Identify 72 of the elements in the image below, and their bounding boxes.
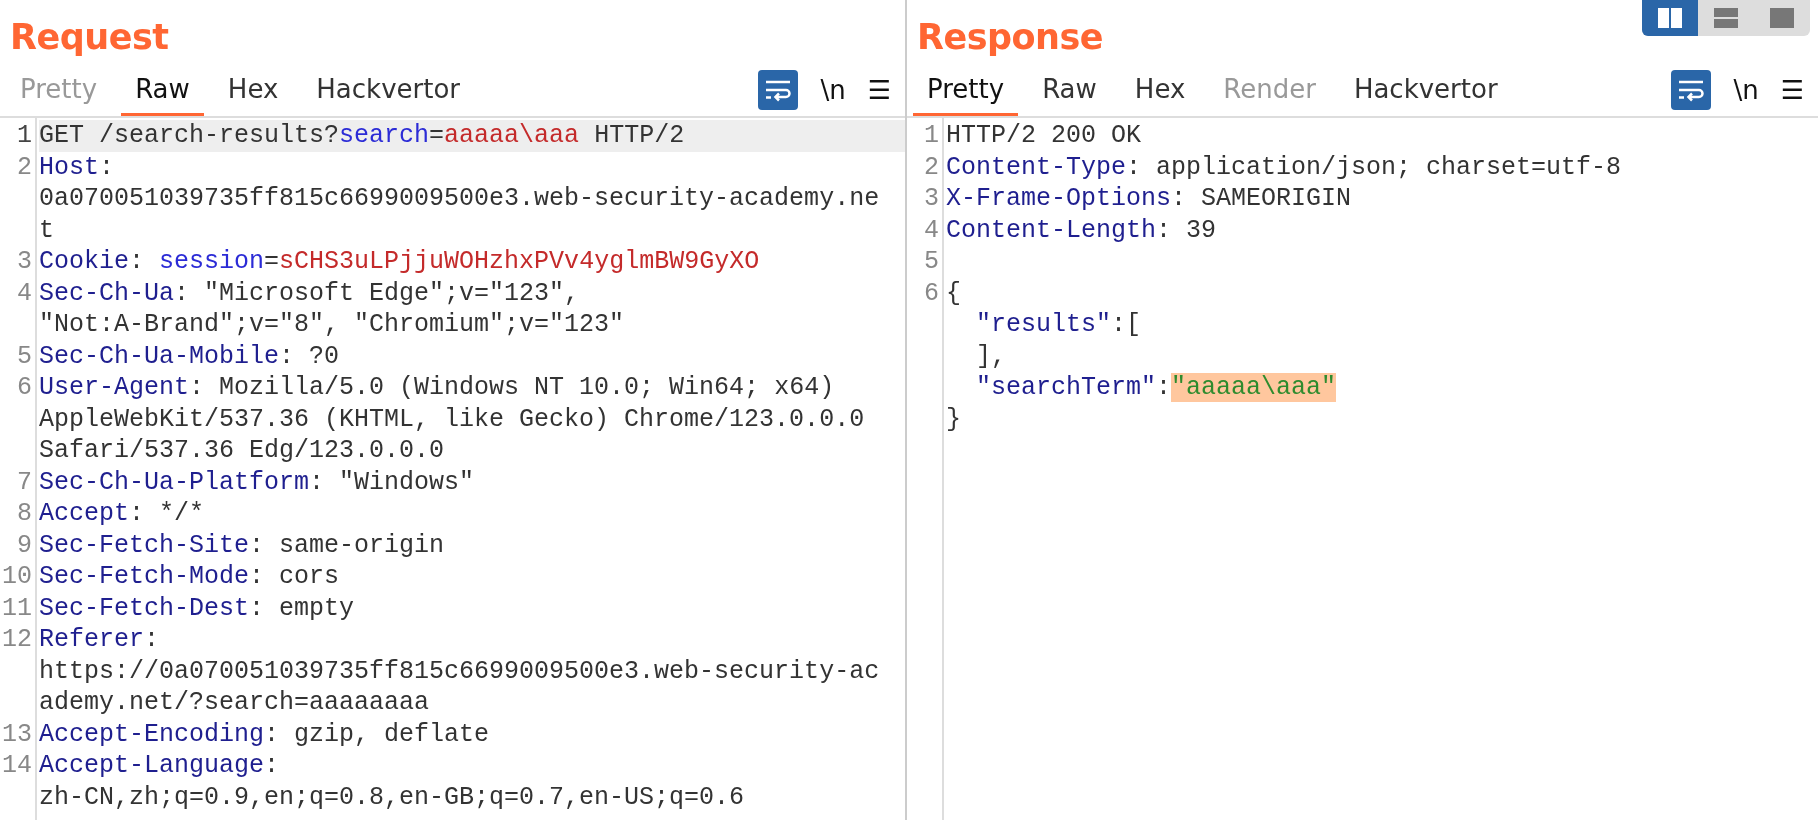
line-number: 10 xyxy=(2,561,32,593)
newline-toggle[interactable]: \n xyxy=(820,75,846,105)
code-line: ], xyxy=(976,341,1006,371)
line-number: 5 xyxy=(17,340,32,372)
wrap-icon xyxy=(1677,78,1706,102)
code-line: t xyxy=(39,215,54,245)
line-number: 2 xyxy=(924,151,939,183)
view-tab[interactable]: Hex xyxy=(1120,73,1200,116)
code-line: Content-Length: 39 xyxy=(946,215,1217,245)
layout-button[interactable] xyxy=(1642,0,1698,36)
line-number: 5 xyxy=(924,246,939,278)
code-line: Sec-Fetch-Dest: empty xyxy=(39,593,355,623)
view-tab[interactable]: Hackvertor xyxy=(302,73,474,116)
menu-button[interactable]: ☰ xyxy=(867,75,891,105)
newline-toggle[interactable]: \n xyxy=(1733,75,1759,105)
view-tab[interactable]: Hex xyxy=(213,73,293,116)
menu-button[interactable]: ☰ xyxy=(1780,75,1804,105)
code-line: "searchTerm":"aaaaa\aaa" xyxy=(976,373,1337,402)
word-wrap-button[interactable] xyxy=(1671,70,1712,110)
code-line: AppleWebKit/537.36 (KHTML, like Gecko) Chrome/123.0.0.0 xyxy=(39,404,865,434)
wrap-icon xyxy=(764,78,793,102)
code-line: Accept: */* xyxy=(39,499,205,528)
code-line: GET /search-results?search=aaaaa\aaa HTTP/2 xyxy=(39,121,685,150)
rows-icon xyxy=(1714,8,1738,28)
code-line: Accept-Language: xyxy=(39,751,280,780)
code-line: Sec-Fetch-Mode: cors xyxy=(39,562,340,591)
code-line: Referer: xyxy=(39,625,160,654)
code-line: HTTP/2 200 OK xyxy=(946,121,1142,150)
line-number: 3 xyxy=(924,183,939,215)
code-line: ademy.net/?search=aaaaaaaa xyxy=(39,688,430,717)
line-number: 11 xyxy=(2,592,32,624)
line-number: 6 xyxy=(17,372,32,404)
code-line: Sec-Ch-Ua-Platform: "Windows" xyxy=(39,467,475,497)
columns-icon xyxy=(1658,8,1682,28)
response-title: Response xyxy=(917,16,1104,59)
code-line: "Not:A-Brand";v="8", "Chromium";v="123" xyxy=(39,310,625,339)
line-number: 1 xyxy=(924,120,939,152)
line-number: 2 xyxy=(17,151,32,183)
line-number: 3 xyxy=(17,246,32,278)
code-line: } xyxy=(946,404,961,434)
code-line: "results":[ xyxy=(976,310,1142,339)
line-number: 4 xyxy=(924,214,939,246)
line-number: 14 xyxy=(2,750,32,782)
line-number: 13 xyxy=(2,718,32,750)
code-line: Cookie: session=sCHS3uLPjjuWOHzhxPVv4yglmBW9GyXO xyxy=(39,247,760,276)
view-tab[interactable]: Hackvertor xyxy=(1339,73,1512,116)
code-line: Sec-Fetch-Site: same-origin xyxy=(39,530,445,560)
code-line: zh-CN,zh;q=0.9,en;q=0.8,en-GB;q=0.7,en-US;q=0.6 xyxy=(39,782,745,812)
code-line: Sec-Ch-Ua-Mobile: ?0 xyxy=(39,341,340,371)
line-number: 6 xyxy=(924,277,939,309)
word-wrap-button[interactable] xyxy=(758,70,799,110)
request-title: Request xyxy=(10,16,169,59)
view-tab[interactable]: Pretty xyxy=(913,73,1019,116)
code-line: { xyxy=(946,278,961,308)
code-line: Safari/537.36 Edg/123.0.0.0 xyxy=(39,436,445,465)
square-icon xyxy=(1770,8,1794,28)
line-number: 4 xyxy=(17,277,32,309)
code-line: X-Frame-Options: SAMEORIGIN xyxy=(946,184,1352,213)
line-number: 1 xyxy=(17,120,32,152)
line-number: 9 xyxy=(17,529,32,561)
code-line: Host: xyxy=(39,152,115,182)
view-tab[interactable]: Raw xyxy=(121,73,204,116)
code-line: https://0a070051039735ff815c6699009500e3.web-security-ac xyxy=(39,656,880,686)
view-tab[interactable]: Raw xyxy=(1028,73,1111,116)
line-number: 7 xyxy=(17,466,32,498)
line-number: 8 xyxy=(17,498,32,530)
line-number: 12 xyxy=(2,624,32,656)
code-line: Accept-Encoding: gzip, deflate xyxy=(39,719,490,749)
code-line: 0a070051039735ff815c6699009500e3.web-security-academy.ne xyxy=(39,184,880,213)
code-line: User-Agent: Mozilla/5.0 (Windows NT 10.0; Win64; x64) xyxy=(39,373,835,402)
code-line: Sec-Ch-Ua: "Microsoft Edge";v="123", xyxy=(39,278,580,308)
code-line: Content-Type: application/json; charset=utf-8 xyxy=(946,152,1622,182)
